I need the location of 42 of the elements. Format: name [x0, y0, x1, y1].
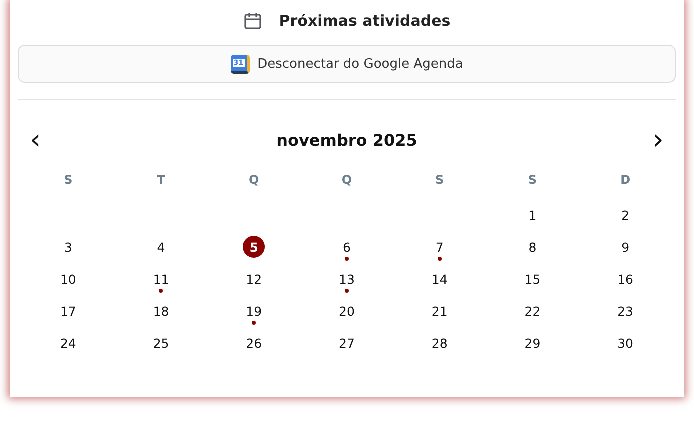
calendar-day[interactable]: 23 [614, 300, 637, 322]
calendar-day[interactable]: 22 [522, 300, 544, 322]
calendar-day[interactable]: 20 [336, 300, 358, 322]
calendar-day[interactable]: 17 [57, 300, 80, 322]
weekday-label: S [63, 172, 74, 189]
calendar-day[interactable]: 5 [243, 236, 266, 258]
calendar-day[interactable]: 29 [522, 332, 544, 354]
weekday-label: S [527, 172, 538, 189]
previous-month-button[interactable]: ‹ [22, 128, 50, 152]
calendar-day[interactable]: 24 [57, 332, 80, 354]
calendar-day[interactable]: 27 [336, 332, 358, 354]
calendar-day[interactable]: 30 [614, 332, 637, 354]
calendar-day[interactable]: 4 [150, 236, 172, 258]
calendar-day[interactable]: 26 [243, 332, 266, 354]
calendar-day[interactable]: 14 [428, 268, 451, 290]
calendar-day[interactable]: 15 [522, 268, 544, 290]
calendar-day[interactable]: 11 [150, 268, 172, 290]
month-title: novembro 2025 [276, 130, 418, 150]
calendar-icon [243, 11, 264, 31]
calendar-day[interactable]: 9 [614, 236, 637, 258]
calendar-day[interactable]: 21 [428, 300, 451, 322]
calendar-day[interactable]: 10 [57, 268, 80, 290]
calendar-day[interactable]: 19 [243, 300, 266, 322]
weekday-label: D [620, 172, 632, 189]
calendar-day[interactable]: 12 [243, 268, 266, 290]
calendar-day[interactable]: 2 [614, 204, 637, 226]
calendar-day[interactable]: 18 [150, 300, 172, 322]
weekday-label: S [434, 172, 446, 189]
weekday-label: Q [340, 172, 354, 189]
next-month-button[interactable]: › [644, 128, 672, 152]
calendar-day[interactable]: 1 [522, 204, 544, 226]
calendar-day[interactable]: 16 [614, 268, 637, 290]
calendar-day[interactable]: 28 [428, 332, 451, 354]
weekday-label: Q [248, 172, 260, 189]
calendar-day[interactable]: 3 [57, 236, 80, 258]
calendar-day[interactable]: 25 [150, 332, 172, 354]
weekday-label: T [156, 172, 166, 189]
calendar-day[interactable]: 6 [336, 236, 358, 258]
calendar-day[interactable]: 7 [428, 236, 451, 258]
calendar-day[interactable]: 13 [336, 268, 358, 290]
calendar-day[interactable]: 8 [522, 236, 544, 258]
section-title: Próximas atividades [279, 12, 451, 30]
